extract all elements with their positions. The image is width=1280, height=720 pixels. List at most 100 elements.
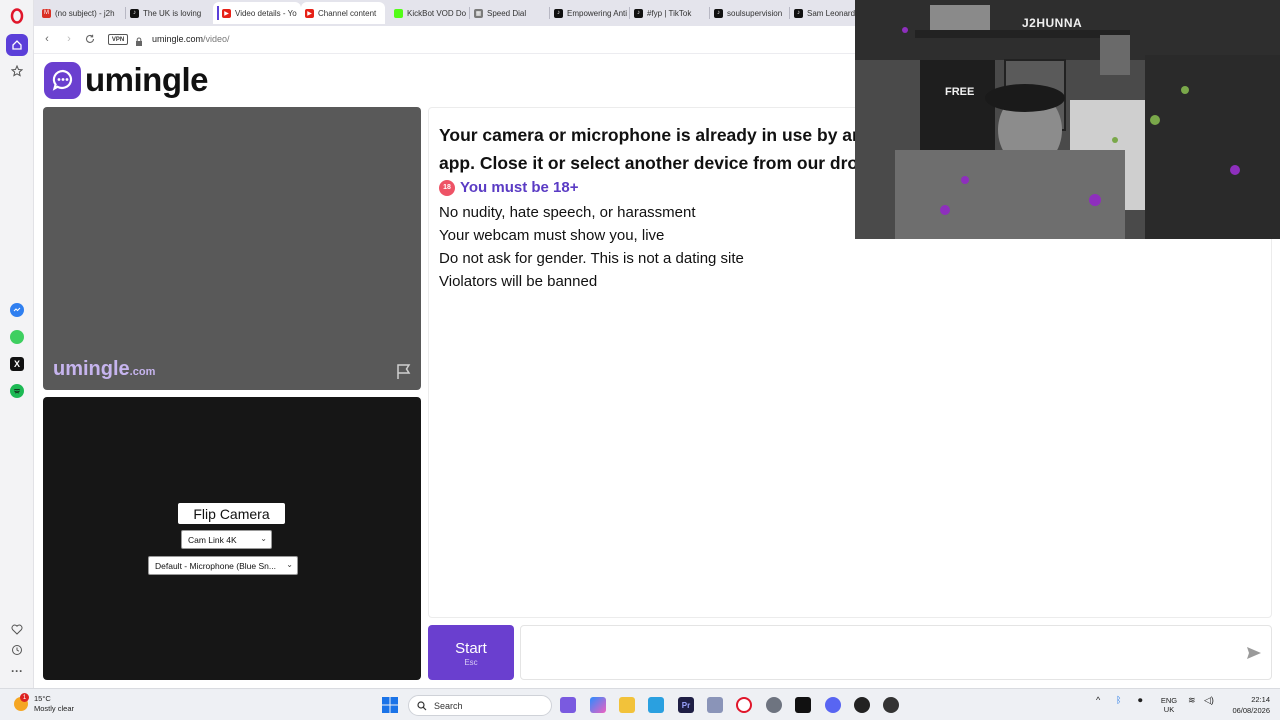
spotify-icon[interactable] [10, 384, 24, 398]
x-twitter-icon[interactable]: X [10, 357, 24, 371]
brand-main: umingle [53, 358, 130, 380]
url-domain: umingle.com [152, 34, 204, 44]
weather-icon: 1 [14, 693, 29, 711]
opera-icon[interactable] [736, 697, 752, 713]
start-shortcut-hint: Esc [464, 658, 478, 667]
camera-select[interactable]: Cam Link 4K ⌄ [181, 530, 272, 549]
weather-desc: Mostly clear [34, 704, 75, 713]
teams-icon[interactable] [560, 697, 576, 713]
back-icon[interactable]: ‹ [40, 32, 54, 46]
tab-9[interactable]: ♪ Sam Leonard [790, 2, 856, 24]
weather-temp: 15°C [34, 694, 51, 703]
whatsapp-icon[interactable] [10, 330, 24, 344]
no-under-18-icon: 18 [439, 179, 455, 196]
reload-icon[interactable] [83, 32, 97, 46]
heart-icon[interactable] [7, 619, 27, 639]
tiktok-icon: ♪ [554, 8, 563, 18]
taskbar-search[interactable]: Search [408, 695, 552, 716]
chat-message-input[interactable] [520, 625, 1272, 680]
webcam-caption: J2HUNNA [1022, 16, 1083, 30]
discord-icon[interactable] [825, 697, 841, 713]
tab-0[interactable]: M (no subject) - j2h [38, 2, 126, 24]
tiktok-icon: ♪ [794, 8, 803, 18]
screen: { "browser": { "tabs": [ {"label": "(no … [0, 0, 1280, 720]
tab-label: KickBot VOD Do [407, 8, 467, 18]
chevron-down-icon: ⌄ [286, 560, 293, 569]
report-flag-icon[interactable] [395, 363, 413, 381]
search-icon [417, 700, 427, 710]
vpn-badge[interactable]: VPN [108, 34, 128, 45]
start-button[interactable]: Start Esc [428, 625, 514, 680]
tab-active-indicator [217, 6, 219, 20]
windows-start-icon[interactable] [382, 697, 398, 713]
chevron-up-icon[interactable]: ^ [1096, 696, 1100, 705]
opera-sidebar: X ··· [0, 0, 34, 688]
weather-badge: 1 [20, 693, 29, 702]
windows-taskbar: 1 15°C Mostly clear Search Pr ^ ᛒ ⏺ ENG … [0, 688, 1280, 720]
age-requirement-text: You must be 18+ [460, 179, 579, 196]
obs-icon[interactable] [883, 697, 899, 713]
language-indicator[interactable]: ENG UK [1158, 696, 1180, 714]
send-icon[interactable] [1246, 645, 1262, 661]
volume-icon[interactable]: ◁) [1204, 696, 1214, 705]
file-explorer-icon[interactable] [619, 697, 635, 713]
kickbot-icon [394, 8, 403, 18]
controller-icon[interactable] [707, 697, 723, 713]
home-icon[interactable] [6, 34, 28, 56]
date: 06/08/2026 [1232, 706, 1270, 715]
language-region: UK [1163, 705, 1175, 714]
rule-item: Do not ask for gender. This is not a dat… [439, 250, 744, 267]
streamer-webcam-overlay: FREE J2HUNNA [855, 0, 1280, 239]
rule-item: Violators will be banned [439, 273, 598, 290]
tab-label: Video details - Yo [235, 8, 297, 18]
chat-bubble-logo-icon [44, 61, 81, 99]
bluetooth-icon[interactable]: ᛒ [1116, 696, 1121, 705]
star-icon[interactable] [7, 61, 27, 81]
tab-2[interactable]: ▶ Video details - Yo [213, 2, 301, 24]
tiktok-icon: ♪ [130, 8, 139, 18]
microphone-icon[interactable]: ⏺ [1138, 696, 1143, 705]
rule-item: Your webcam must show you, live [439, 227, 665, 244]
settings-gear-icon[interactable] [766, 697, 782, 713]
stranger-video: umingle.com [43, 107, 421, 390]
site-logo[interactable]: umingle [44, 61, 209, 99]
wifi-icon[interactable]: ≋ [1188, 696, 1196, 705]
tab-label: The UK is loving [143, 8, 202, 18]
tab-label: Sam Leonard [807, 8, 856, 18]
lock-icon[interactable] [135, 34, 143, 46]
more-options-icon[interactable]: ··· [7, 661, 27, 681]
logo-text: umingle [85, 61, 209, 98]
clock[interactable]: 22:14 06/08/2026 [1226, 694, 1270, 716]
flip-camera-button[interactable]: Flip Camera [178, 503, 285, 524]
tab-label: Channel content [318, 8, 377, 18]
svg-text:FREE: FREE [945, 86, 974, 98]
tab-5[interactable]: ▦ Speed Dial [470, 2, 550, 24]
tab-label: Speed Dial [487, 8, 527, 18]
language-code: ENG [1160, 696, 1178, 705]
brand-suffix: .com [129, 366, 156, 378]
tab-8[interactable]: ♪ soulsupervision [710, 2, 790, 24]
webcam-feed: FREE [855, 0, 1280, 239]
edge-icon[interactable] [648, 697, 664, 713]
weather-widget[interactable]: 1 15°C Mostly clear [14, 693, 75, 714]
tab-7[interactable]: ♪ #fyp | TikTok [630, 2, 710, 24]
tiktok-icon: ♪ [634, 8, 643, 18]
tab-1[interactable]: ♪ The UK is loving [126, 2, 213, 24]
opera-menu-icon[interactable] [7, 6, 27, 26]
capcut-icon[interactable] [795, 697, 811, 713]
microphone-select[interactable]: Default - Microphone (Blue Sn... ⌄ [148, 556, 298, 575]
messenger-icon[interactable] [10, 303, 24, 317]
media-player-icon[interactable] [854, 697, 870, 713]
premiere-pro-icon[interactable]: Pr [678, 697, 694, 713]
age-requirement: 18 You must be 18+ [439, 179, 579, 196]
tab-4[interactable]: KickBot VOD Do [390, 2, 470, 24]
youtube-studio-icon: ▶ [222, 8, 231, 18]
url-field[interactable]: umingle.com/video/ [152, 34, 230, 44]
camera-select-value: Cam Link 4K [188, 534, 237, 545]
microphone-select-value: Default - Microphone (Blue Sn... [155, 560, 276, 571]
tab-3[interactable]: ▶ Channel content [301, 2, 385, 24]
forward-icon[interactable]: › [62, 32, 76, 46]
copilot-icon[interactable] [590, 697, 606, 713]
tab-6[interactable]: ♪ Empowering Anti [550, 2, 630, 24]
history-clock-icon[interactable] [7, 640, 27, 660]
